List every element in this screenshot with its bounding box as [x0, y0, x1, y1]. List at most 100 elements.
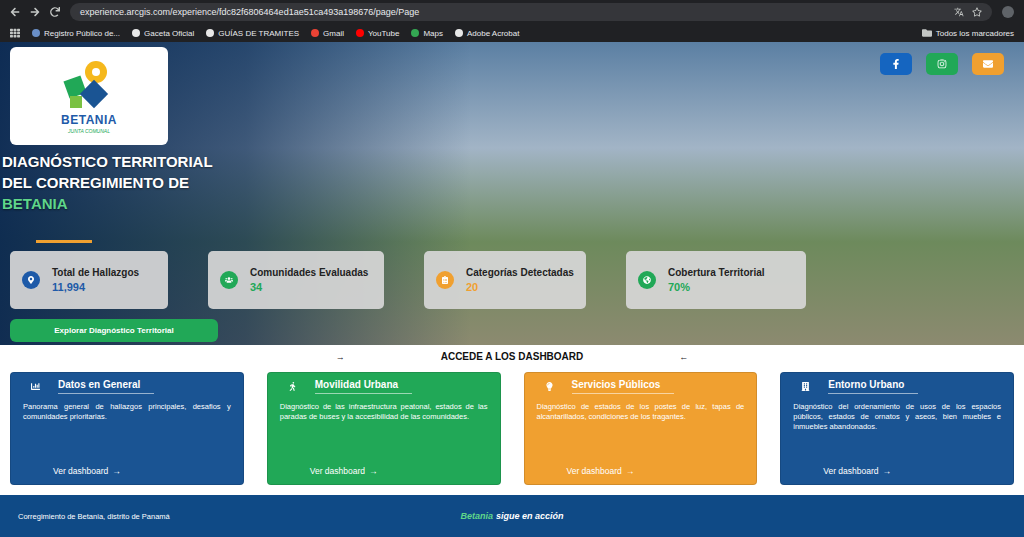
- stats-row: Total de Hallazgos 11,994 Comunidades Eval…: [10, 251, 1014, 309]
- stat-card: Cobertura Territorial70%: [626, 251, 806, 309]
- stat-value: 20: [466, 281, 574, 293]
- stat-text: Categorías Detectadas20: [466, 267, 574, 293]
- stat-label: Comunidades Evaluadas: [250, 267, 368, 278]
- betania-logo-icon: [60, 58, 118, 112]
- bookmark[interactable]: GUÍAS DE TRAMITES: [206, 29, 299, 38]
- translate-icon[interactable]: [954, 7, 964, 17]
- stat-value: 34: [250, 281, 368, 293]
- card-icon: [545, 382, 554, 391]
- footer-highlight: Betania: [460, 511, 493, 521]
- logo-subtitle: JUNTA COMUNAL: [68, 128, 110, 134]
- dashboard-card[interactable]: Entorno Urbano Diagnóstico del ordenamien…: [780, 372, 1014, 485]
- card-icon: [801, 382, 810, 391]
- stat-label: Total de Hallazgos: [52, 267, 139, 278]
- social-button[interactable]: [926, 53, 958, 75]
- footer-slogan: Betaniasigue en acción: [460, 511, 563, 521]
- heading-arrow: ←: [679, 352, 688, 362]
- explore-button[interactable]: Explorar Diagnóstico Territorial: [10, 319, 218, 342]
- folder-icon: [922, 28, 932, 38]
- link-arrow: →: [369, 466, 378, 476]
- star-icon[interactable]: [972, 7, 982, 17]
- bookmark[interactable]: Registro Público de...: [32, 29, 120, 38]
- logo[interactable]: BETANIAJUNTA COMUNAL: [10, 47, 168, 145]
- page: experience.arcgis.com/experience/fdc82f6…: [0, 0, 1024, 537]
- dashboard-link[interactable]: Ver dashboard→: [537, 466, 745, 476]
- profile-icon[interactable]: [1002, 6, 1014, 18]
- card-icon: [288, 382, 297, 391]
- footer: Corregimiento de Betania, distrito de Pa…: [0, 495, 1024, 537]
- link-arrow: →: [112, 466, 121, 476]
- favicon-icon: [455, 29, 463, 37]
- dashboard-card[interactable]: Servicios Públicos Diagnóstico de estados…: [524, 372, 758, 485]
- card-icon: [31, 382, 40, 391]
- link-arrow: →: [626, 466, 635, 476]
- heading-arrow: →: [336, 352, 345, 362]
- stat-card: Categorías Detectadas20: [424, 251, 586, 309]
- social-icon: [983, 59, 993, 69]
- bookmark[interactable]: Maps: [411, 29, 443, 38]
- link-arrow: →: [883, 466, 892, 476]
- card-title: Entorno Urbano: [828, 379, 918, 394]
- social-links: [880, 53, 1004, 75]
- card-title-row: Datos en General: [23, 379, 231, 394]
- browser-chrome: experience.arcgis.com/experience/fdc82f6…: [0, 0, 1024, 42]
- dashboard-card[interactable]: Movilidad Urbana Diagnóstico de las infra…: [267, 372, 501, 485]
- social-icon: [891, 59, 901, 69]
- bookmark[interactable]: Gmail: [311, 29, 344, 38]
- dashboard-link[interactable]: Ver dashboard→: [280, 466, 488, 476]
- card-title: Servicios Públicos: [572, 379, 675, 394]
- url-field[interactable]: experience.arcgis.com/experience/fdc82f6…: [70, 3, 992, 21]
- favicon-icon: [32, 29, 40, 37]
- section-heading: ACCEDE A LOS DASHBOARD: [441, 351, 584, 362]
- card-description: Diagnóstico de las infraestructura peato…: [280, 402, 488, 422]
- card-description: Panorama general de hallazgos principale…: [23, 402, 231, 422]
- dashboards-section: → ACCEDE A LOS DASHBOARD ← Datos en General…: [0, 345, 1024, 495]
- favicon-icon: [132, 29, 140, 37]
- all-bookmarks[interactable]: Todos los marcadores: [922, 28, 1014, 38]
- hero-title: DIAGNÓSTICO TERRITORIALDEL CORREGIMIENTO…: [2, 151, 213, 214]
- favicon-icon: [311, 29, 319, 37]
- social-button[interactable]: [880, 53, 912, 75]
- dashboard-card[interactable]: Datos en General Panorama general de hall…: [10, 372, 244, 485]
- bookmarks-bar: Registro Público de... Gaceta Oficial GUÍA…: [0, 24, 1024, 42]
- bookmark[interactable]: Gaceta Oficial: [132, 29, 194, 38]
- bookmark[interactable]: Adobe Acrobat: [455, 29, 519, 38]
- dashboard-link[interactable]: Ver dashboard→: [23, 466, 231, 476]
- back-icon[interactable]: [10, 7, 20, 17]
- hero-top: BETANIAJUNTA COMUNALDIAGNÓSTICO TERRITOR…: [10, 47, 1014, 214]
- stat-icon: [220, 271, 238, 289]
- logo-name: BETANIA: [61, 113, 117, 127]
- stat-text: Cobertura Territorial70%: [668, 267, 765, 293]
- title-line: DEL CORREGIMIENTO DE: [2, 172, 213, 193]
- favicon-icon: [356, 29, 364, 37]
- divider: [36, 240, 92, 243]
- apps-icon[interactable]: [10, 28, 20, 38]
- card-title: Movilidad Urbana: [315, 379, 412, 394]
- social-button[interactable]: [972, 53, 1004, 75]
- heading-row: → ACCEDE A LOS DASHBOARD ←: [10, 351, 1014, 362]
- footer-text: Corregimiento de Betania, distrito de Pa…: [18, 512, 460, 521]
- stat-text: Comunidades Evaluadas 34: [250, 267, 368, 293]
- url-text: experience.arcgis.com/experience/fdc82f6…: [80, 7, 419, 17]
- dashboard-link[interactable]: Ver dashboard→: [793, 466, 1001, 476]
- stat-icon: [638, 271, 656, 289]
- favicon-icon: [411, 29, 419, 37]
- bookmark[interactable]: YouTube: [356, 29, 399, 38]
- forward-icon[interactable]: [30, 7, 40, 17]
- title-highlight: BETANIA: [2, 193, 213, 214]
- card-title-row: Entorno Urbano: [793, 379, 1001, 394]
- stat-value: 11,994: [52, 281, 139, 293]
- card-description: Diagnóstico del ordenamiento de usos de …: [793, 402, 1001, 432]
- stat-card: Comunidades Evaluadas 34: [208, 251, 384, 309]
- title-line: DIAGNÓSTICO TERRITORIAL: [2, 151, 213, 172]
- stat-icon: [22, 271, 40, 289]
- reload-icon[interactable]: [50, 7, 60, 17]
- stat-value: 70%: [668, 281, 765, 293]
- card-title: Datos en General: [58, 379, 154, 394]
- address-row: experience.arcgis.com/experience/fdc82f6…: [0, 0, 1024, 24]
- social-icon: [937, 59, 947, 69]
- favicon-icon: [206, 29, 214, 37]
- stat-icon: [436, 271, 454, 289]
- card-description: Diagnóstico de estados de los postes de …: [537, 402, 745, 422]
- card-title-row: Movilidad Urbana: [280, 379, 488, 394]
